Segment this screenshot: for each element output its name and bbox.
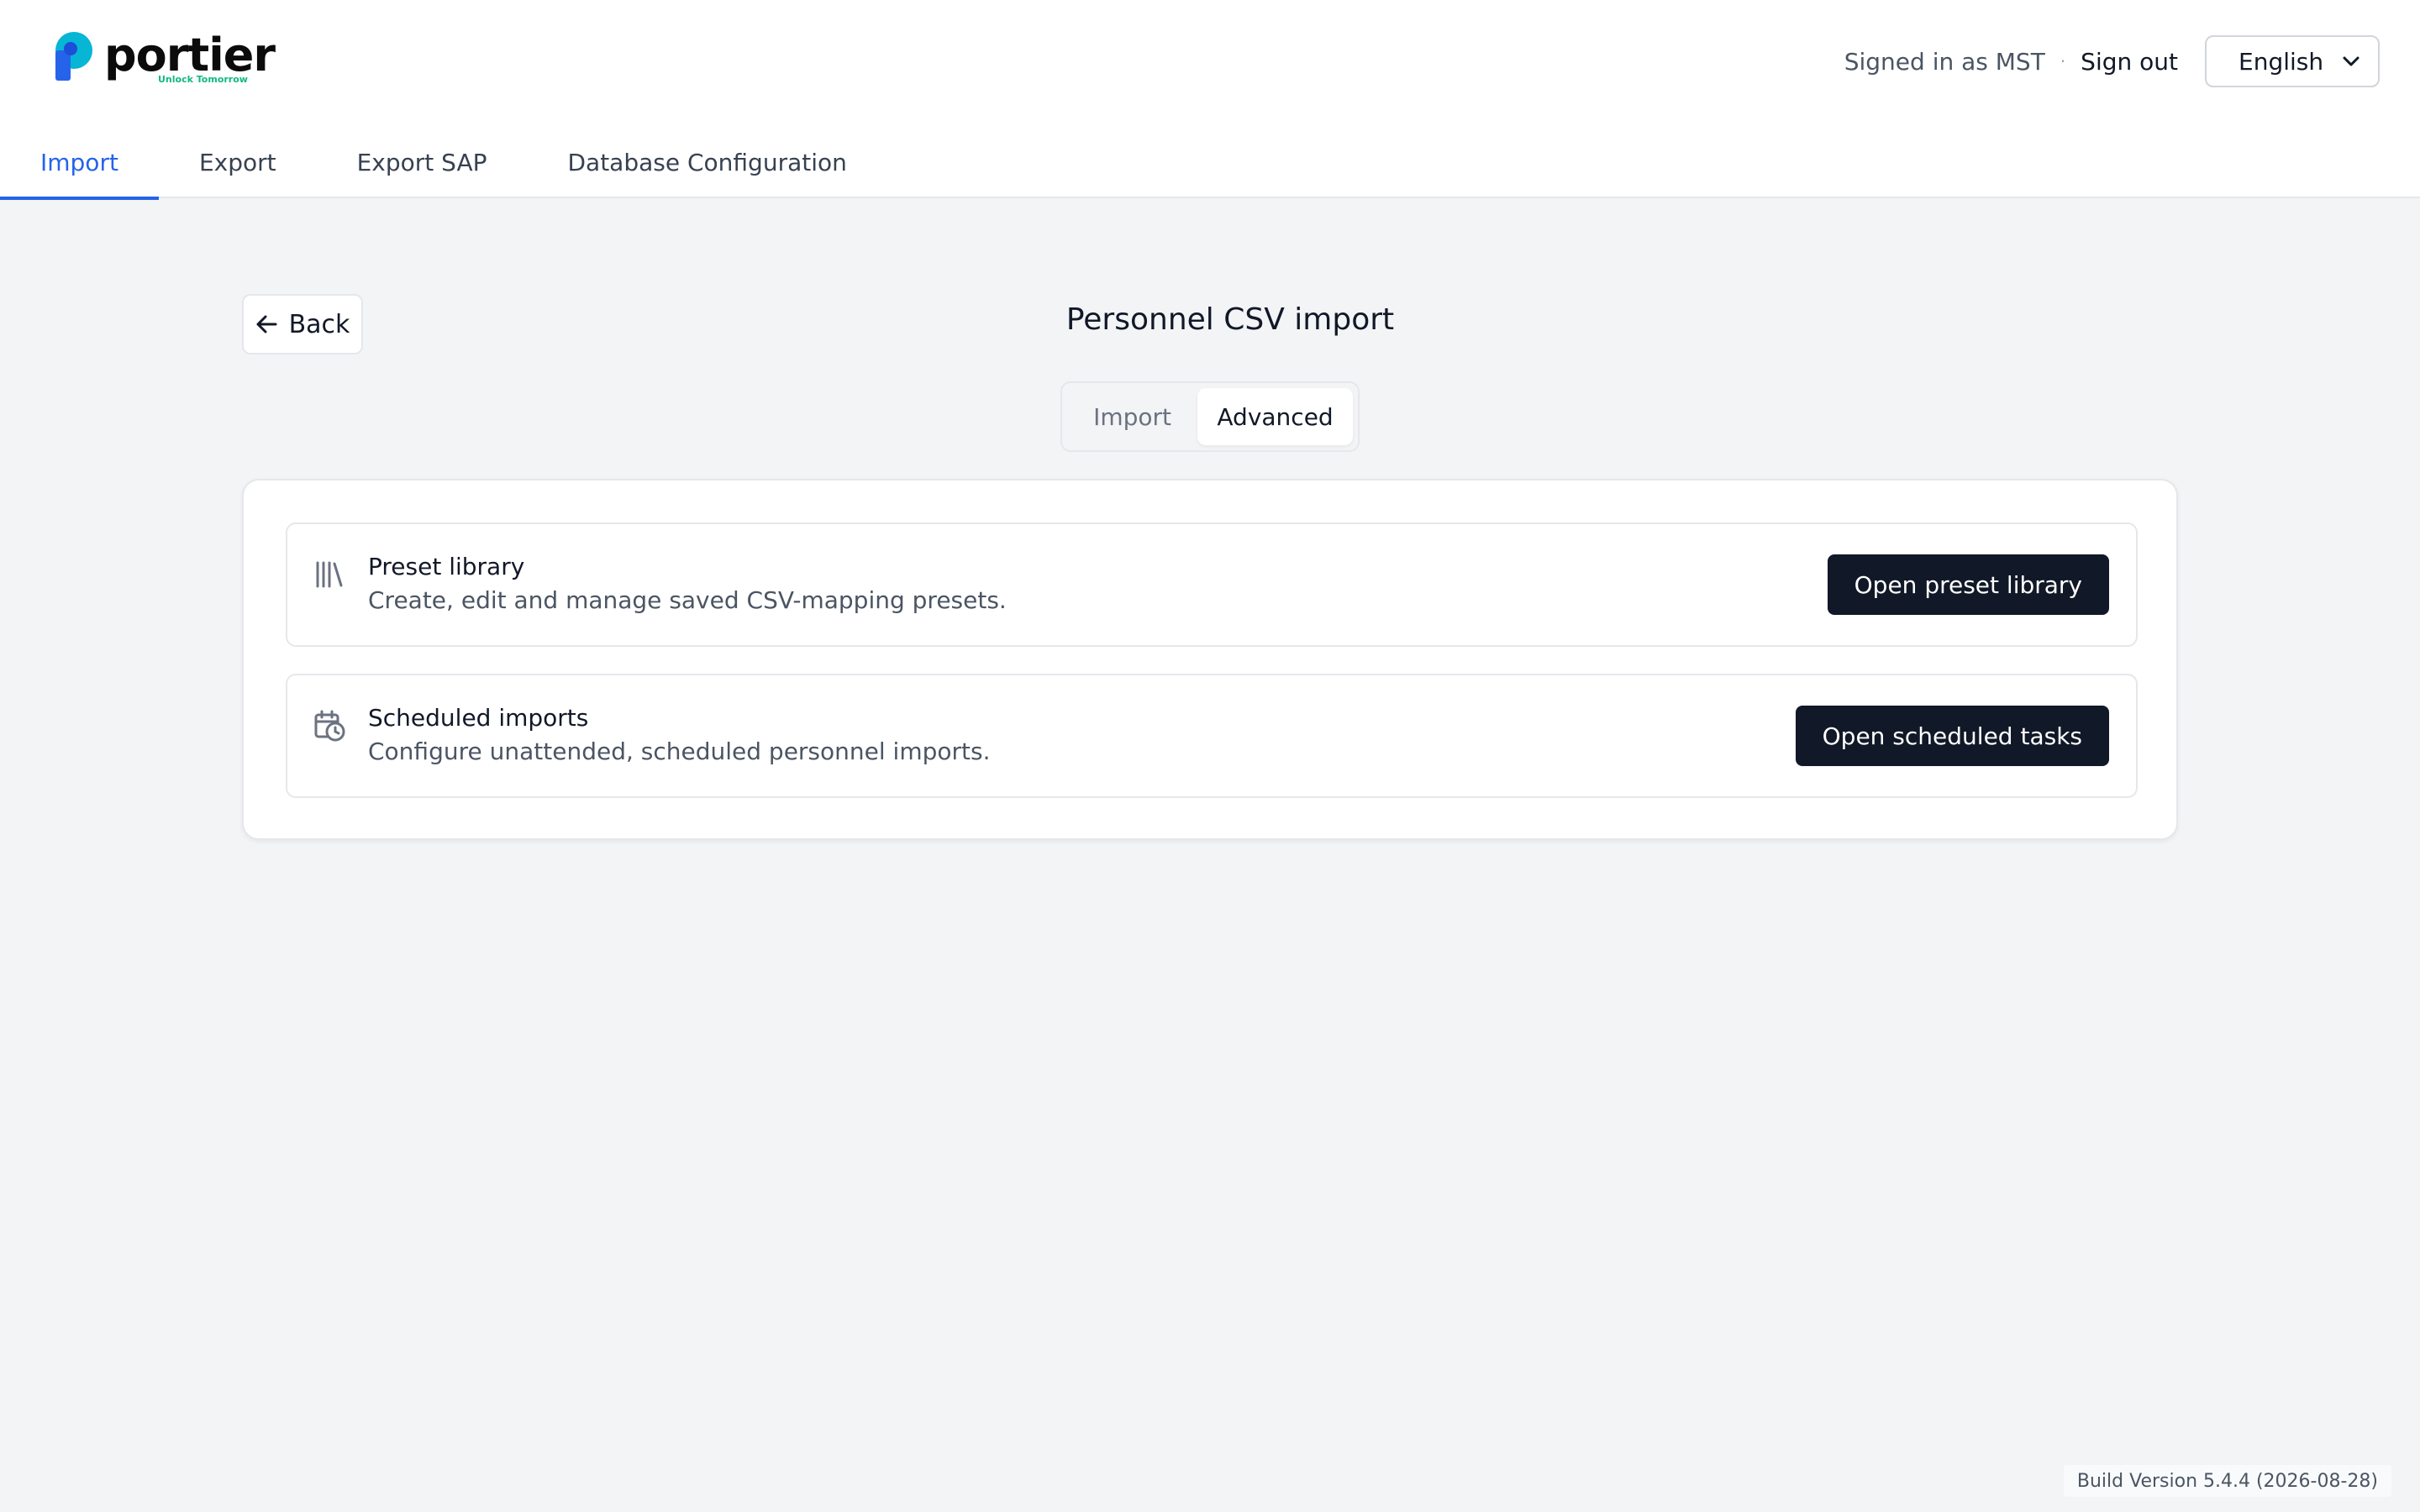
advanced-options-card: Preset library Create, edit and manage s…	[242, 479, 2178, 840]
app-header: portier Unlock Tomorrow Signed in as MST…	[0, 0, 2420, 200]
signed-in-label: Signed in as MST	[1844, 47, 2045, 76]
main-nav: Import Export Export SAP Database Config…	[0, 126, 887, 200]
open-scheduled-tasks-button[interactable]: Open scheduled tasks	[1795, 706, 2109, 766]
sign-out-link[interactable]: Sign out	[2081, 48, 2178, 76]
segment-import[interactable]: Import	[1067, 388, 1197, 445]
library-icon	[316, 561, 343, 588]
preset-library-title: Preset library	[368, 553, 525, 580]
scheduled-imports-description: Configure unattended, scheduled personne…	[368, 738, 991, 765]
brand-tagline: Unlock Tomorrow	[158, 74, 248, 85]
tab-database-configuration[interactable]: Database Configuration	[527, 126, 886, 198]
chevron-down-icon	[2343, 56, 2360, 66]
portier-logo-icon	[55, 32, 92, 81]
scheduled-imports-row: Scheduled imports Configure unattended, …	[286, 674, 2138, 798]
page-title: Personnel CSV import	[1065, 302, 1395, 337]
view-segmented-control: Import Advanced	[1060, 381, 1360, 452]
build-version-badge: Build Version 5.4.4 (2026-08-28)	[2061, 1463, 2393, 1499]
language-selected-value: English	[2238, 47, 2324, 76]
separator-dot: ·	[2060, 51, 2066, 71]
scheduled-imports-title: Scheduled imports	[368, 704, 589, 732]
segment-advanced[interactable]: Advanced	[1197, 388, 1353, 445]
language-select[interactable]: English	[2205, 35, 2380, 87]
user-area: Signed in as MST · Sign out English	[1844, 35, 2380, 87]
tab-import[interactable]: Import	[0, 126, 159, 200]
calendar-clock-icon	[314, 710, 345, 742]
preset-library-description: Create, edit and manage saved CSV-mappin…	[368, 586, 1007, 614]
brand-name: portier	[104, 29, 276, 81]
preset-library-row: Preset library Create, edit and manage s…	[286, 522, 2138, 647]
open-preset-library-button[interactable]: Open preset library	[1827, 554, 2109, 615]
tab-export[interactable]: Export	[159, 126, 317, 198]
tab-export-sap[interactable]: Export SAP	[317, 126, 528, 198]
